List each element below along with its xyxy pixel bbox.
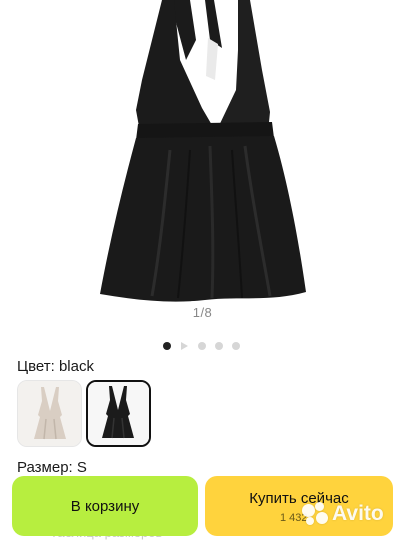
avito-watermark: Avito — [302, 500, 394, 530]
color-swatch-beige[interactable] — [17, 380, 82, 447]
image-counter: 1/8 — [181, 301, 224, 324]
gallery-dot-5[interactable] — [232, 342, 240, 350]
color-swatch-black[interactable] — [86, 380, 151, 447]
avito-logo-icon — [302, 502, 330, 528]
gallery-dot-1[interactable] — [163, 342, 171, 350]
video-play-icon[interactable] — [181, 342, 188, 350]
gallery-dot-3[interactable] — [198, 342, 206, 350]
avito-logo-text: Avito — [332, 502, 384, 525]
gallery-pagination — [0, 340, 405, 352]
black-dress-thumbnail — [88, 382, 149, 445]
black-halter-dress-image — [100, 0, 306, 302]
product-image-gallery[interactable]: 1/8 — [0, 0, 405, 338]
size-label: Размер: S — [17, 459, 87, 476]
add-to-cart-button[interactable]: В корзину — [12, 476, 198, 536]
beige-dress-thumbnail — [18, 381, 81, 446]
color-label: Цвет: black — [17, 358, 94, 375]
gallery-dot-4[interactable] — [215, 342, 223, 350]
add-to-cart-label: В корзину — [70, 498, 140, 515]
